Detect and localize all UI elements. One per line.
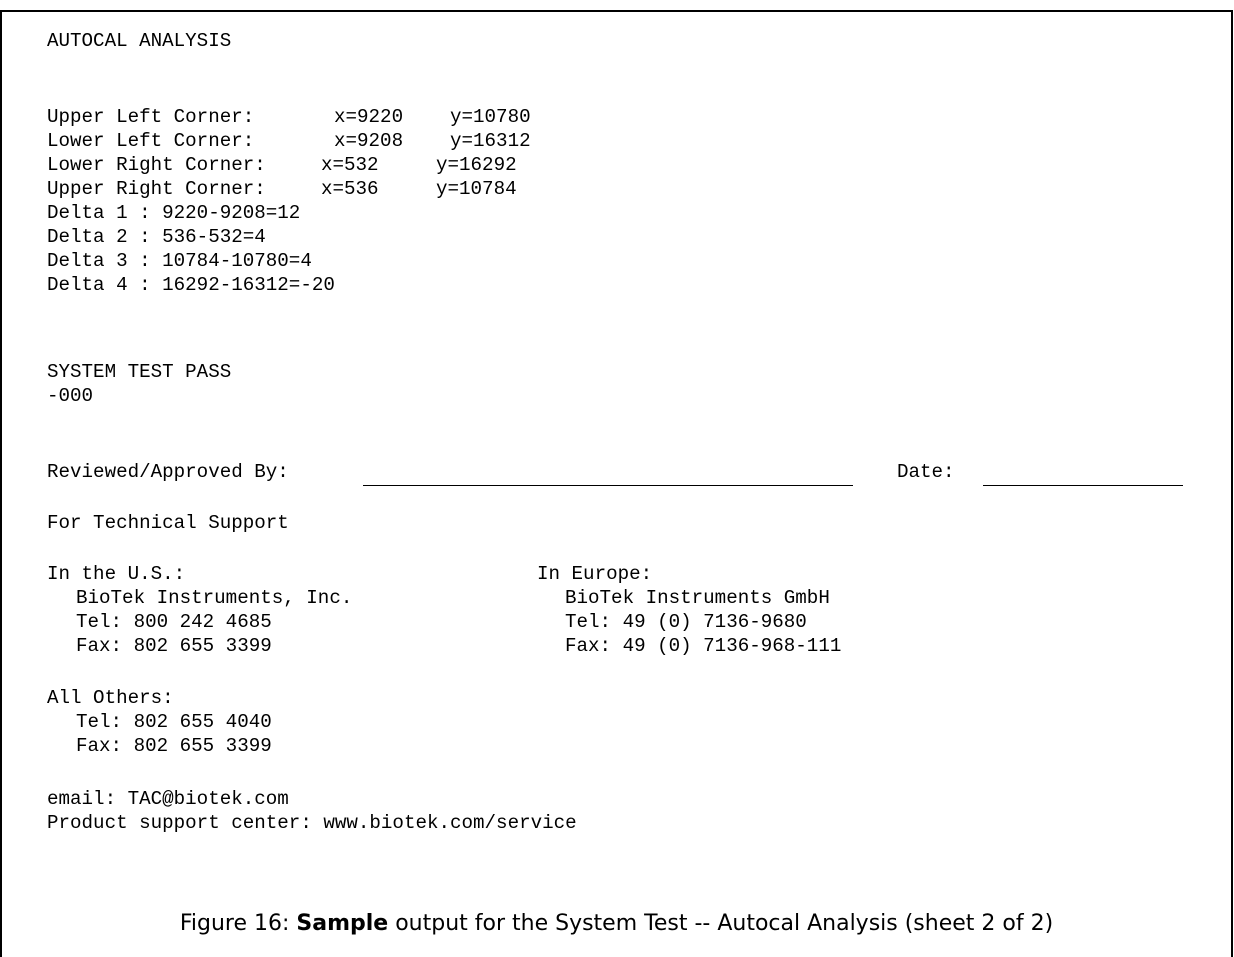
europe-company: BioTek Instruments GmbH: [565, 587, 830, 609]
corner-label: Upper Right Corner:: [47, 178, 266, 200]
corner-label: Lower Left Corner:: [47, 130, 266, 152]
us-tel: Tel: 800 242 4685: [76, 611, 272, 633]
reviewed-by-signature-line: [363, 484, 853, 486]
us-label: In the U.S.:: [47, 563, 186, 585]
delta-line: Delta 4 : 16292-16312=-20: [47, 274, 335, 296]
europe-tel: Tel: 49 (0) 7136-9680: [565, 611, 807, 633]
support-heading: For Technical Support: [47, 512, 289, 534]
caption-prefix: Figure 16:: [179, 911, 297, 936]
corner-y: y=10780: [450, 106, 531, 128]
corner-x: x=9220: [334, 106, 404, 128]
figure-caption: Figure 16: Sample output for the System …: [0, 911, 1233, 936]
report-title: AUTOCAL ANALYSIS: [47, 30, 232, 52]
delta-line: Delta 3 : 10784-10780=4: [47, 250, 312, 272]
corner-x: x=532: [321, 154, 379, 176]
corner-row-lower-right: Lower Right Corner: x=532 y=16292: [47, 154, 517, 177]
caption-suffix: output for the System Test -- Autocal An…: [388, 911, 1054, 936]
date-label: Date:: [897, 461, 955, 483]
europe-label: In Europe:: [537, 563, 653, 585]
others-label: All Others:: [47, 687, 174, 709]
delta-line: Delta 2 : 536-532=4: [47, 226, 266, 248]
result-code: -000: [47, 385, 94, 407]
europe-fax: Fax: 49 (0) 7136-968-111: [565, 635, 842, 657]
us-company: BioTek Instruments, Inc.: [76, 587, 353, 609]
reviewed-by-label: Reviewed/Approved By:: [47, 461, 289, 483]
delta-line: Delta 1 : 9220-9208=12: [47, 202, 301, 224]
corner-x: x=536: [321, 178, 379, 200]
corner-label: Upper Left Corner:: [47, 106, 266, 128]
corner-y: y=16292: [436, 154, 517, 176]
corner-y: y=16312: [450, 130, 531, 152]
us-fax: Fax: 802 655 3399: [76, 635, 272, 657]
others-fax: Fax: 802 655 3399: [76, 735, 272, 757]
test-result: SYSTEM TEST PASS: [47, 361, 232, 383]
caption-bold: Sample: [296, 911, 389, 936]
corner-row-upper-left: Upper Left Corner: x=9220 y=10780: [47, 106, 531, 129]
date-signature-line: [983, 484, 1183, 486]
corner-row-lower-left: Lower Left Corner: x=9208 y=16312: [47, 130, 531, 153]
others-tel: Tel: 802 655 4040: [76, 711, 272, 733]
corner-row-upper-right: Upper Right Corner: x=536 y=10784: [47, 178, 517, 201]
product-support-center: Product support center: www.biotek.com/s…: [47, 812, 577, 834]
corner-x: x=9208: [334, 130, 404, 152]
support-email: email: TAC@biotek.com: [47, 788, 289, 810]
corner-label: Lower Right Corner:: [47, 154, 266, 176]
corner-y: y=10784: [436, 178, 517, 200]
